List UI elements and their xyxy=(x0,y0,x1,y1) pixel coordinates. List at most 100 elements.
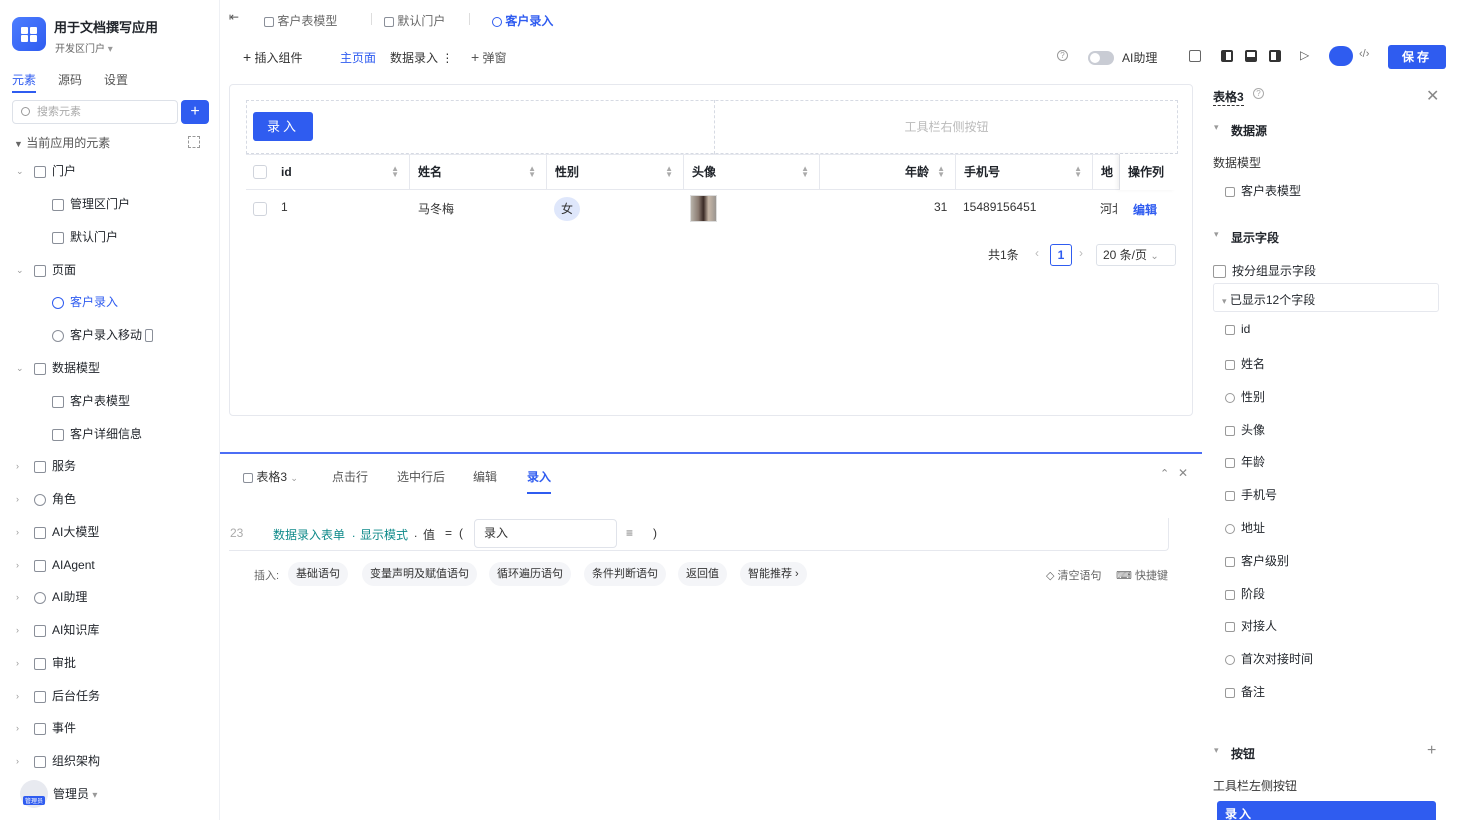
tab-customer-table-model[interactable]: 客户表模型 xyxy=(264,12,337,29)
sidebar-item-role[interactable]: › 角色 xyxy=(16,488,76,510)
tab-customer-entry[interactable]: 客户录入 xyxy=(492,12,553,29)
select-all-checkbox[interactable] xyxy=(253,165,267,179)
help-icon[interactable]: ? xyxy=(1057,50,1068,61)
sidebar-item-ai-knowledge[interactable]: › AI知识库 xyxy=(16,619,99,641)
field-item[interactable]: 姓名 xyxy=(1225,355,1265,372)
data-entry-button[interactable]: 数据录入 ⋮ xyxy=(390,49,453,66)
left-panel-icon[interactable] xyxy=(1221,50,1233,62)
insert-component-button[interactable]: + 插入组件 xyxy=(243,49,303,66)
sort-icon[interactable]: ▲ ▼ xyxy=(937,165,945,179)
column-header-gender[interactable]: 性别 ▲ ▼ xyxy=(547,154,684,190)
popup-button[interactable]: + 弹窗 xyxy=(471,49,507,66)
sort-icon[interactable]: ▲ ▼ xyxy=(391,165,399,179)
sort-icon[interactable]: ▲ ▼ xyxy=(801,165,809,179)
sidebar-item-background-task[interactable]: › 后台任务 xyxy=(16,685,100,707)
toolbar-right-buttons-placeholder[interactable]: 工具栏右侧按钮 xyxy=(714,100,1178,154)
group-display-checkbox[interactable]: 按分组显示字段 xyxy=(1213,262,1316,279)
chip-loop-statement[interactable]: 循环遍历语句 xyxy=(489,562,571,586)
tab-entry[interactable]: 录入 xyxy=(527,468,552,494)
code-icon[interactable]: ‹/› xyxy=(1359,48,1369,60)
chip-basic-statement[interactable]: 基础语句 xyxy=(288,562,348,586)
section-datasource[interactable]: 数据源 xyxy=(1214,122,1267,139)
sidebar-item-customer-entry-mobile[interactable]: 客户录入移动 xyxy=(52,324,159,346)
edit-link[interactable]: 编辑 xyxy=(1133,201,1157,218)
chip-smart-recommend[interactable]: 智能推荐 › xyxy=(740,562,807,586)
sidebar-item-ai-assistant[interactable]: › AI助理 xyxy=(16,586,87,608)
shortcuts-button[interactable]: ⌨ 快捷键 xyxy=(1116,567,1168,583)
toolbar-button-entry[interactable]: 录入 xyxy=(1217,801,1436,820)
tab-edit[interactable]: 编辑 xyxy=(473,468,497,485)
sidebar-item-customer-table-model[interactable]: 客户表模型 xyxy=(52,390,130,412)
add-element-button[interactable]: + xyxy=(181,100,209,124)
field-item[interactable]: 手机号 xyxy=(1225,486,1277,503)
tree-section-header[interactable]: ▼ 当前应用的元素 xyxy=(14,134,110,151)
save-button[interactable]: 保存 xyxy=(1388,45,1446,69)
column-header-avatar[interactable]: 头像 ▲ ▼ xyxy=(684,154,820,190)
column-header-age[interactable]: 年龄 ▲ ▼ xyxy=(820,154,956,190)
search-input[interactable]: 搜索元素 xyxy=(12,100,178,124)
tree-settings-icon[interactable] xyxy=(188,136,200,148)
field-item[interactable]: 阶段 xyxy=(1225,585,1265,602)
sidebar-item-default-portal[interactable]: 默认门户 xyxy=(52,226,118,248)
field-item[interactable]: 性别 xyxy=(1225,388,1265,405)
user-menu[interactable]: 管理员 ▾ xyxy=(53,785,97,802)
code-value-input[interactable]: 录入 xyxy=(474,519,617,548)
portal-switcher[interactable]: 开发区门户 ▾ xyxy=(55,40,113,55)
sidebar-item-data-model[interactable]: ⌄ 数据模型 xyxy=(16,357,100,379)
sidebar-item-ai-model[interactable]: › AI大模型 xyxy=(16,521,99,543)
tab-table3[interactable]: 表格3 ⌄ xyxy=(243,468,298,485)
column-header-name[interactable]: 姓名 ▲ ▼ xyxy=(410,154,547,190)
field-item[interactable]: id xyxy=(1225,322,1250,336)
tab-source[interactable]: 源码 xyxy=(58,71,82,93)
sort-icon[interactable]: ▲ ▼ xyxy=(1074,165,1082,179)
model-value[interactable]: 客户表模型 xyxy=(1225,182,1301,199)
section-buttons[interactable]: 按钮 xyxy=(1214,745,1255,762)
page-number-current[interactable]: 1 xyxy=(1050,244,1072,266)
settings-toggle-icon[interactable] xyxy=(1329,46,1353,66)
sort-icon[interactable]: ▲ ▼ xyxy=(665,165,673,179)
clear-statement-button[interactable]: ◇ 清空语句 xyxy=(1046,567,1102,583)
column-header-address[interactable]: 地址 xyxy=(1093,154,1120,190)
ai-assistant-toggle[interactable] xyxy=(1088,51,1114,65)
avatar[interactable]: 管理员 xyxy=(20,780,48,808)
sort-icon[interactable]: ▲ ▼ xyxy=(528,165,536,179)
add-button-icon[interactable]: + xyxy=(1427,742,1436,760)
field-item[interactable]: 地址 xyxy=(1225,519,1265,536)
chip-return-value[interactable]: 返回值 xyxy=(678,562,727,586)
code-property-display-mode[interactable]: 显示模式 xyxy=(360,526,408,543)
field-item[interactable]: 年龄 xyxy=(1225,453,1265,470)
chip-variable-declaration[interactable]: 变量声明及赋值语句 xyxy=(362,562,477,586)
sidebar-item-ai-agent[interactable]: › AIAgent xyxy=(16,554,95,576)
bottom-panel-icon[interactable] xyxy=(1245,50,1257,62)
code-property-value[interactable]: 值 xyxy=(423,526,435,543)
sidebar-item-approval[interactable]: › 审批 xyxy=(16,652,76,674)
chip-condition-statement[interactable]: 条件判断语句 xyxy=(584,562,666,586)
column-header-id[interactable]: id ▲ ▼ xyxy=(273,154,410,190)
wrap-icon[interactable]: ≡ xyxy=(626,526,633,540)
row-checkbox[interactable] xyxy=(253,202,267,216)
tab-default-portal[interactable]: 默认门户 xyxy=(384,12,445,29)
sidebar-item-pages[interactable]: ⌄ 页面 xyxy=(16,259,76,281)
chevron-up-icon[interactable]: ⌃ xyxy=(1160,467,1169,480)
sidebar-item-portal[interactable]: ⌄ 门户 xyxy=(16,160,76,182)
shown-fields-header[interactable]: ▾ 已显示12个字段 xyxy=(1222,291,1315,308)
sidebar-item-service[interactable]: › 服务 xyxy=(16,455,76,477)
field-item[interactable]: 头像 xyxy=(1225,421,1265,438)
sidebar-item-event[interactable]: › 事件 xyxy=(16,717,76,739)
field-item[interactable]: 客户级别 xyxy=(1225,552,1289,569)
next-page-icon[interactable]: › xyxy=(1079,246,1083,260)
column-header-phone[interactable]: 手机号 ▲ ▼ xyxy=(956,154,1093,190)
field-item[interactable]: 备注 xyxy=(1225,683,1265,700)
tab-row-click[interactable]: 点击行 xyxy=(332,468,368,485)
panel-divider[interactable] xyxy=(220,452,1202,454)
main-page-button[interactable]: 主页面 xyxy=(340,49,376,66)
page-size-select[interactable]: 20 条/页 ⌄ xyxy=(1096,244,1176,266)
sidebar-item-customer-details[interactable]: 客户详细信息 xyxy=(52,423,142,445)
layout-icon[interactable] xyxy=(1189,50,1201,62)
sidebar-item-org[interactable]: › 组织架构 xyxy=(16,750,100,772)
code-target-object[interactable]: 数据录入表单 xyxy=(273,526,345,543)
close-icon[interactable]: ✕ xyxy=(1426,86,1439,106)
collapse-sidebar-icon[interactable]: ⇤ xyxy=(229,10,239,24)
section-fields[interactable]: 显示字段 xyxy=(1214,229,1279,246)
preview-icon[interactable]: ▷ xyxy=(1300,48,1309,62)
